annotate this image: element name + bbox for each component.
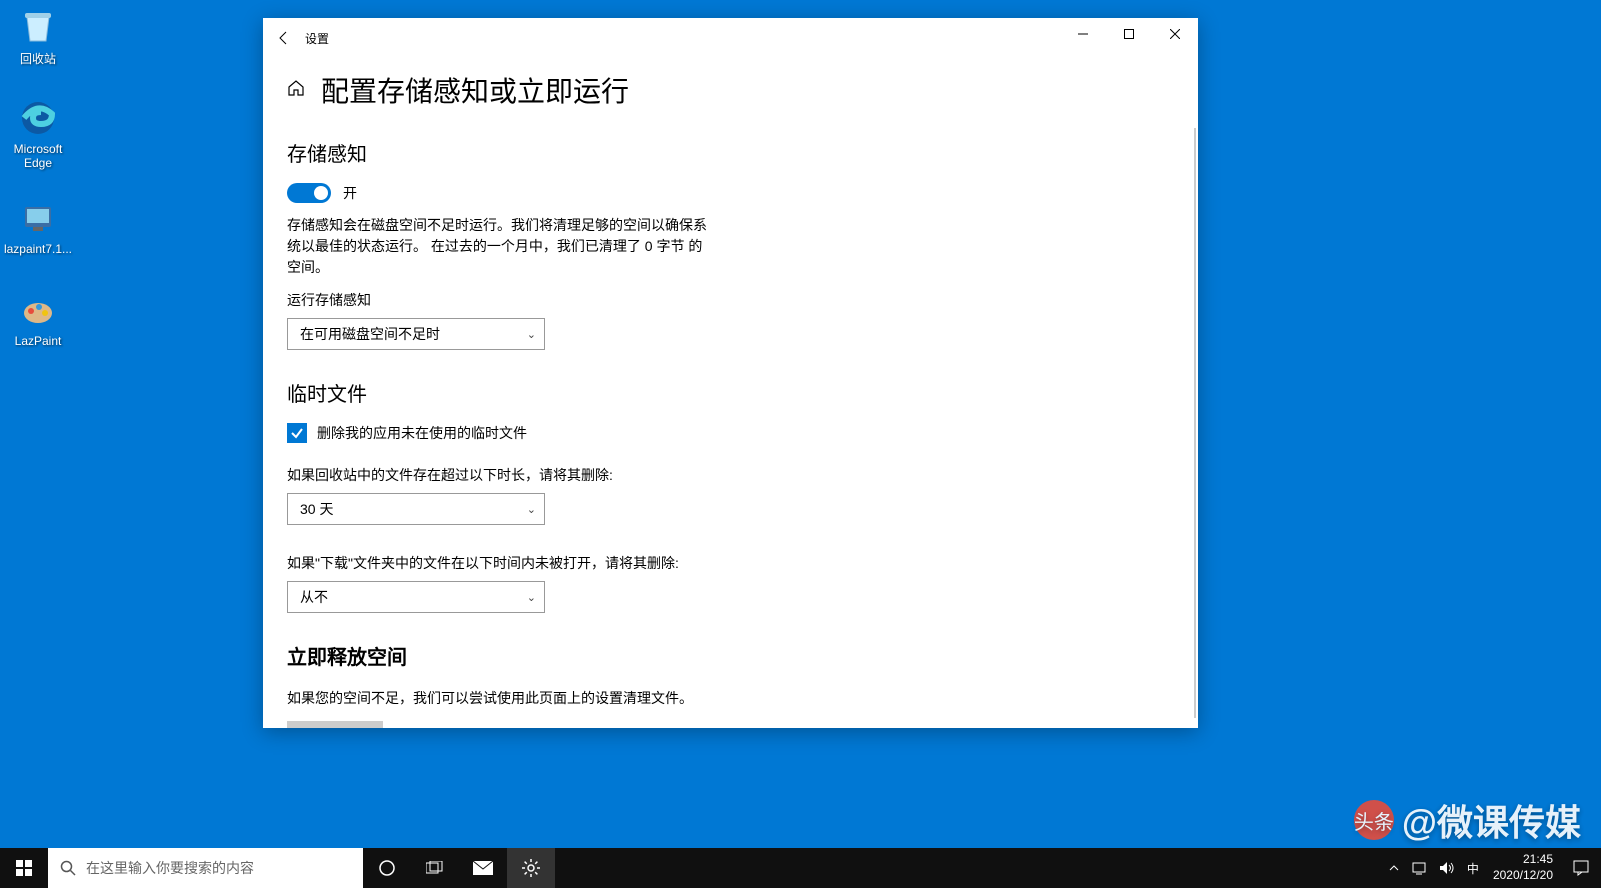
section-storage-sense-title: 存储感知 [287, 138, 1174, 167]
delete-temp-label: 删除我的应用未在使用的临时文件 [317, 423, 527, 443]
desktop-icon-label: lazpaint7.1... [4, 242, 72, 256]
desktop-icon-label: 回收站 [20, 50, 56, 67]
home-icon[interactable] [287, 79, 305, 102]
recycle-bin-label: 如果回收站中的文件存在超过以下时长，请将其删除: [287, 465, 1174, 485]
desktop-icon-recycle-bin[interactable]: 回收站 [0, 6, 76, 67]
taskbar: 在这里输入你要搜索的内容 中 21:45 2020/12/20 [0, 848, 1601, 888]
lazpaint-icon [18, 290, 58, 330]
taskbar-clock[interactable]: 21:45 2020/12/20 [1485, 852, 1561, 883]
toggle-state-label: 开 [343, 183, 357, 203]
section-temp-files-title: 临时文件 [287, 378, 1174, 407]
tray-volume-icon[interactable] [1433, 848, 1461, 888]
clean-now-button[interactable]: 立即清理 [287, 721, 383, 728]
desktop-icon-lazpaint-installer[interactable]: lazpaint7.1... [0, 198, 76, 256]
page-title: 配置存储感知或立即运行 [321, 70, 629, 110]
clock-date: 2020/12/20 [1493, 868, 1553, 884]
watermark-text: @微课传媒 [1402, 794, 1581, 846]
delete-temp-checkbox[interactable] [287, 423, 307, 443]
back-button[interactable] [263, 18, 305, 58]
search-icon [60, 860, 76, 876]
taskbar-mail-icon[interactable] [459, 848, 507, 888]
scrollbar[interactable] [1194, 128, 1196, 718]
chevron-down-icon: ⌄ [527, 328, 536, 341]
system-tray: 中 21:45 2020/12/20 [1383, 848, 1601, 888]
free-space-description: 如果您的空间不足，我们可以尝试使用此页面上的设置清理文件。 [287, 688, 707, 709]
select-value: 在可用磁盘空间不足时 [300, 324, 440, 344]
taskbar-settings-icon[interactable] [507, 848, 555, 888]
recycle-bin-select[interactable]: 30 天 ⌄ [287, 493, 545, 525]
desktop-icon-lazpaint[interactable]: LazPaint [0, 290, 76, 348]
action-center-button[interactable] [1561, 848, 1601, 888]
select-value: 30 天 [300, 499, 333, 519]
watermark-logo: 头条 [1354, 800, 1394, 840]
tray-overflow-icon[interactable] [1383, 848, 1405, 888]
run-storage-sense-label: 运行存储感知 [287, 290, 1174, 310]
chevron-down-icon: ⌄ [527, 503, 536, 516]
edge-icon [18, 98, 58, 138]
storage-sense-description: 存储感知会在磁盘空间不足时运行。我们将清理足够的空间以确保系统以最佳的状态运行。… [287, 215, 707, 278]
settings-content: 配置存储感知或立即运行 存储感知 开 存储感知会在磁盘空间不足时运行。我们将清理… [263, 58, 1198, 728]
storage-sense-toggle[interactable] [287, 183, 331, 203]
select-value: 从不 [300, 587, 328, 607]
downloads-select[interactable]: 从不 ⌄ [287, 581, 545, 613]
desktop-icon-label: Microsoft Edge [0, 142, 76, 170]
taskbar-search[interactable]: 在这里输入你要搜索的内容 [48, 848, 363, 888]
section-free-space-title: 立即释放空间 [287, 641, 1174, 670]
settings-window: 设置 配置存储感知或立即运行 存储感知 开 存储感知会在磁盘空间不足时运行。我们… [263, 18, 1198, 728]
tray-network-icon[interactable] [1405, 848, 1433, 888]
tray-ime-indicator[interactable]: 中 [1461, 848, 1485, 888]
clock-time: 21:45 [1523, 852, 1553, 868]
maximize-button[interactable] [1106, 18, 1152, 50]
recycle-bin-icon [18, 6, 58, 46]
start-button[interactable] [0, 848, 48, 888]
watermark: 头条 @微课传媒 [1354, 794, 1581, 846]
installer-icon [18, 198, 58, 238]
minimize-button[interactable] [1060, 18, 1106, 50]
desktop-icon-label: LazPaint [15, 334, 62, 348]
run-storage-sense-select[interactable]: 在可用磁盘空间不足时 ⌄ [287, 318, 545, 350]
chevron-down-icon: ⌄ [527, 591, 536, 604]
titlebar: 设置 [263, 18, 1198, 58]
search-placeholder: 在这里输入你要搜索的内容 [86, 858, 254, 878]
window-title: 设置 [305, 30, 329, 47]
desktop-icon-edge[interactable]: Microsoft Edge [0, 98, 76, 170]
downloads-label: 如果"下载"文件夹中的文件在以下时间内未被打开，请将其删除: [287, 553, 1174, 573]
task-view-button[interactable] [411, 848, 459, 888]
close-button[interactable] [1152, 18, 1198, 50]
cortana-button[interactable] [363, 848, 411, 888]
